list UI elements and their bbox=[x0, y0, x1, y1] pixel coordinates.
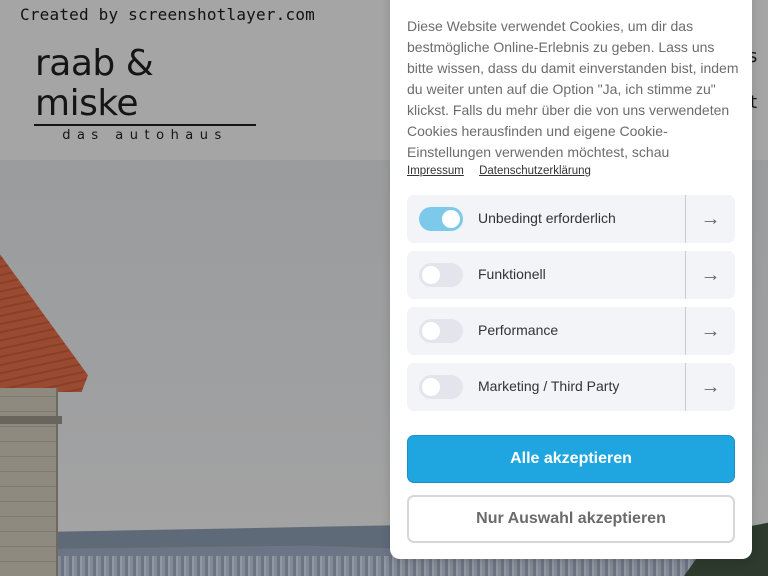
category-label: Marketing / Third Party bbox=[478, 378, 620, 394]
tower-band bbox=[0, 416, 62, 424]
cookie-category-functional: Funktionell → bbox=[407, 251, 735, 299]
site-logo[interactable]: raab & miske das autohaus bbox=[34, 44, 256, 143]
functional-toggle[interactable] bbox=[419, 263, 463, 287]
cookie-consent-dialog: Diese Website verwendet Cookies, um dir … bbox=[390, 0, 752, 559]
marketing-toggle[interactable] bbox=[419, 375, 463, 399]
toggle-knob bbox=[422, 378, 440, 396]
tower-roof bbox=[0, 252, 88, 392]
logo-underline bbox=[34, 124, 256, 126]
toggle-knob bbox=[422, 322, 440, 340]
arrow-right-icon[interactable]: → bbox=[686, 251, 735, 299]
logo-main-text: raab & miske bbox=[35, 43, 154, 124]
arrow-right-icon[interactable]: → bbox=[686, 363, 735, 411]
town bbox=[50, 556, 768, 576]
necessary-toggle[interactable] bbox=[419, 207, 463, 231]
toggle-knob bbox=[442, 210, 460, 228]
accept-selection-button[interactable]: Nur Auswahl akzeptieren bbox=[407, 495, 735, 543]
cookie-intro-text: Diese Website verwendet Cookies, um dir … bbox=[407, 18, 739, 160]
cookie-category-necessary: Unbedingt erforderlich → bbox=[407, 195, 735, 243]
privacy-policy-link[interactable]: Datenschutzerklärung bbox=[479, 165, 591, 177]
arrow-right-icon[interactable]: → bbox=[686, 307, 735, 355]
impressum-link[interactable]: Impressum bbox=[407, 165, 464, 177]
toggle-knob bbox=[422, 266, 440, 284]
arrow-right-icon[interactable]: → bbox=[686, 195, 735, 243]
accept-all-button[interactable]: Alle akzeptieren bbox=[407, 435, 735, 483]
watermark: Created by screenshotlayer.com bbox=[20, 5, 315, 24]
category-label: Unbedingt erforderlich bbox=[478, 210, 616, 226]
category-label: Funktionell bbox=[478, 266, 546, 282]
performance-toggle[interactable] bbox=[419, 319, 463, 343]
category-label: Performance bbox=[478, 322, 559, 338]
cookie-category-marketing: Marketing / Third Party → bbox=[407, 363, 735, 411]
cookie-category-performance: Performance → bbox=[407, 307, 735, 355]
legal-links: Impressum Datenschutzerklärung bbox=[407, 165, 603, 177]
logo-sub-text: das autohaus bbox=[62, 128, 228, 143]
